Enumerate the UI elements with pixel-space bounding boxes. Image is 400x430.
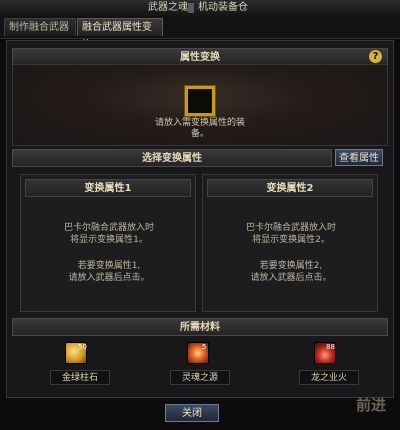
material-name: 龙之业火 [299, 370, 359, 385]
window-title-right: 机动装备仓 [198, 2, 248, 13]
title-separator [188, 3, 194, 13]
change-attribute-2-panel[interactable]: 变换属性2 巴卡尔融合武器放入时 将显示变换属性2。 若要变换属性2, 请放入武… [202, 174, 378, 312]
material-item[interactable]: 88 龙之业火 [294, 338, 364, 388]
material-name: 灵魂之源 [170, 370, 230, 385]
close-button[interactable]: 关闭 [165, 404, 219, 422]
tab-create-fusion-weapon[interactable]: 制作融合武器 [4, 18, 76, 36]
tab-fusion-attribute-change[interactable]: 融合武器属性变换 [77, 18, 163, 51]
equipment-slot[interactable] [185, 86, 215, 116]
material-count: 5 [202, 343, 207, 351]
panel-title: 变换属性2 [207, 179, 373, 197]
panel-title: 变换属性1 [25, 179, 191, 197]
panel-line: 巴卡尔融合武器放入时 [245, 223, 336, 233]
panel-line: 若要变换属性2, [259, 261, 323, 271]
change-attribute-1-panel[interactable]: 变换属性1 巴卡尔融合武器放入时 将显示变换属性1。 若要变换属性1, 请放入武… [20, 174, 196, 312]
corner-text: 前进 [356, 396, 387, 414]
material-name: 金绿柱石 [50, 370, 110, 385]
panel-line: 巴卡尔融合武器放入时 [63, 223, 154, 233]
panel-line: 将显示变换属性1。 [70, 235, 148, 245]
material-item[interactable]: 50 金绿柱石 [45, 338, 115, 388]
panel-line: 若要变换属性1, [77, 261, 141, 271]
window-title-left: 武器之魂 [148, 2, 188, 13]
help-icon[interactable]: ? [369, 50, 382, 63]
tab-bar: 制作融合武器 融合武器属性变换 [0, 16, 400, 51]
view-attributes-button[interactable]: 查看属性 [335, 149, 383, 166]
window-titlebar: 武器之魂 机动装备仓 [0, 0, 400, 17]
panel-line: 请放入武器后点击。 [250, 273, 332, 283]
material-item[interactable]: 5 灵魂之源 [165, 338, 235, 388]
material-count: 88 [326, 343, 335, 351]
panel-line: 将显示变换属性2。 [252, 235, 330, 245]
required-materials-header: 所需材料 [12, 318, 388, 336]
material-count: 50 [78, 343, 87, 351]
panel-line: 请放入武器后点击。 [68, 273, 150, 283]
select-attribute-header: 选择变换属性 [12, 149, 332, 167]
slot-hint-text: 请放入需变换属性的装备。 [154, 118, 245, 139]
